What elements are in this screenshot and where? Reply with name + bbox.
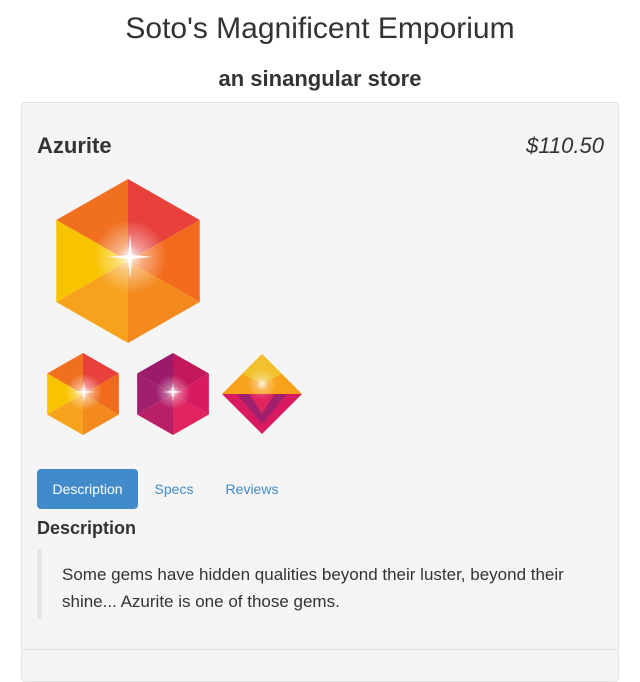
description-heading: Description [37,518,137,538]
product-panel: Azurite $110.50 Description Specs Review… [21,102,619,682]
store-title: Soto's Magnificent Emporium [125,12,515,45]
panel-divider [22,649,618,650]
tab-description[interactable]: Description [37,469,138,509]
description-text: Some gems have hidden qualities beyond t… [62,565,564,611]
orange-hexagon-gem-icon [56,179,200,343]
tab-reviews[interactable]: Reviews [215,469,289,509]
product-price: $110.50 [526,133,604,158]
thumbnail-pink-diamond-gem-icon[interactable] [222,353,302,435]
product-name: Azurite [37,133,112,158]
thumbnail-orange-hexagon-gem-icon[interactable] [47,353,119,435]
thumbnail-pink-hexagon-gem-icon[interactable] [137,353,209,435]
store-subtitle: an sinangular store [218,66,422,91]
tab-specs[interactable]: Specs [143,469,205,509]
description-blockquote: Some gems have hidden qualities beyond t… [37,549,597,619]
